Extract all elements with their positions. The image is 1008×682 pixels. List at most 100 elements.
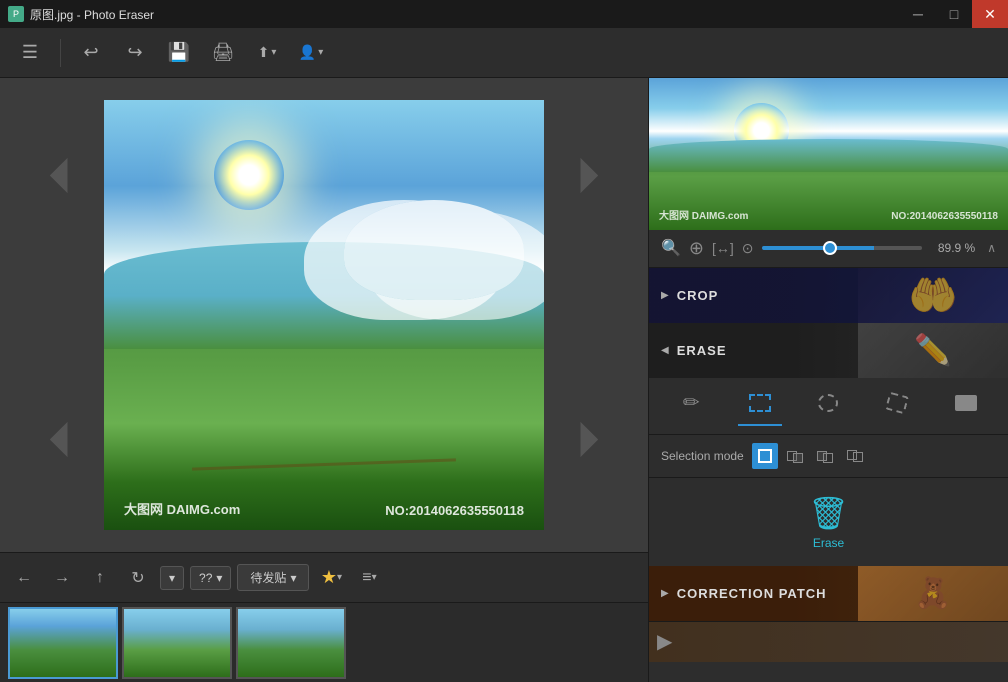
save-icon: 💾 xyxy=(168,42,190,63)
correction-collapse-arrow: ▶ xyxy=(661,588,669,599)
bottom-spacer: ▶ xyxy=(649,621,1008,682)
main-image-wrapper: 大图网 DAIMG.com NO:2014062635550118 xyxy=(104,100,544,530)
selection-mode-icons xyxy=(752,443,868,469)
list-button[interactable]: ≡ ▾ xyxy=(353,562,385,594)
forward-button[interactable]: → xyxy=(46,562,78,594)
thumbnail-2[interactable] xyxy=(122,607,232,679)
preview-image: 大图网 DAIMG.com NO:2014062635550118 xyxy=(649,78,1008,230)
zoom-percent: 89.9 % xyxy=(930,241,975,255)
zoom-slider[interactable] xyxy=(762,246,923,250)
pen-tool-icon: ✏ xyxy=(683,390,700,415)
thumbnails xyxy=(0,602,648,682)
sel-subtract-icon xyxy=(817,449,833,463)
zoom-fit-icon[interactable]: [↔] xyxy=(712,240,734,256)
maximize-button[interactable]: □ xyxy=(936,0,972,28)
pencil-icon: ✏️ xyxy=(858,323,1008,378)
titlebar: P 原图.jpg - Photo Eraser ─ □ ✕ xyxy=(0,0,1008,28)
erase-label: ERASE xyxy=(677,343,727,358)
lasso-tool-button[interactable] xyxy=(806,386,850,426)
poly-tool-icon xyxy=(885,392,909,415)
undo-icon: ↩ xyxy=(83,42,98,63)
hamburger-menu-button[interactable]: ☰ xyxy=(12,35,48,71)
undo-button[interactable]: ↩ xyxy=(73,35,109,71)
app-icon: P xyxy=(8,6,24,22)
crop-collapse-arrow: ▶ xyxy=(661,290,669,301)
sel-add-button[interactable] xyxy=(782,443,808,469)
thumbnail-3[interactable] xyxy=(236,607,346,679)
crop-section-header[interactable]: 🤲 ▶ CROP xyxy=(649,268,1008,323)
sel-intersect-button[interactable] xyxy=(842,443,868,469)
zoom-out-icon[interactable]: 🔍 xyxy=(661,238,681,258)
sel-fill-button[interactable] xyxy=(752,443,778,469)
pen-tool-button[interactable]: ✏ xyxy=(669,386,713,426)
up-icon: ↑ xyxy=(96,569,104,587)
erase-button-icon: 🗑 xyxy=(808,494,849,532)
redo-icon: ↪ xyxy=(127,42,142,63)
eraser-tool-button[interactable] xyxy=(944,386,988,426)
window-controls: ─ □ ✕ xyxy=(900,0,1008,28)
number-value: ?? xyxy=(199,571,212,585)
star-button[interactable]: ★ ▾ xyxy=(315,562,347,594)
sel-subtract-button[interactable] xyxy=(812,443,838,469)
zoom-in-icon[interactable]: ⊕ xyxy=(689,238,704,259)
print-icon: 🖨 xyxy=(212,42,235,63)
zoom-controls: 🔍 ⊕ [↔] ⊙ 89.9 % ∧ xyxy=(649,230,1008,268)
back-icon: ← xyxy=(16,569,32,587)
number-select-arrow: ▾ xyxy=(216,571,222,585)
erase-header-image: ✏️ xyxy=(858,323,1008,378)
print-button[interactable]: 🖨 xyxy=(205,35,241,71)
number-select[interactable]: ?? ▾ xyxy=(190,566,231,590)
selection-mode: Selection mode xyxy=(649,435,1008,478)
main-image[interactable]: 大图网 DAIMG.com NO:2014062635550118 xyxy=(104,100,544,530)
back-button[interactable]: ← xyxy=(8,562,40,594)
erase-collapse-arrow: ◀ xyxy=(661,345,669,356)
sel-intersect-icon xyxy=(847,449,863,463)
poly-tool-button[interactable] xyxy=(875,386,919,426)
teddy-icon: 🧸 xyxy=(858,566,1008,621)
thumbnail-1[interactable] xyxy=(8,607,118,679)
refresh-icon: ↻ xyxy=(131,568,144,588)
refresh-button[interactable]: ↻ xyxy=(122,562,154,594)
rect-tool-button[interactable] xyxy=(738,386,782,426)
toolbar-separator xyxy=(60,39,61,67)
preview-watermark-left: 大图网 DAIMG.com xyxy=(659,207,748,222)
user-icon: 👤 xyxy=(299,44,316,61)
list-dropdown-icon: ▾ xyxy=(372,572,377,583)
bottom-preview: ▶ xyxy=(649,622,1008,662)
window-title: 原图.jpg - Photo Eraser xyxy=(30,6,154,23)
up-button[interactable]: ↑ xyxy=(84,562,116,594)
close-button[interactable]: ✕ xyxy=(972,0,1008,28)
zoom-collapse-icon[interactable]: ∧ xyxy=(987,241,996,255)
folder-select[interactable]: ▾ xyxy=(160,566,184,590)
preview-watermark-right: NO:2014062635550118 xyxy=(891,211,998,222)
right-panel: 大图网 DAIMG.com NO:2014062635550118 🔍 ⊕ [↔… xyxy=(648,78,1008,682)
share-button[interactable]: ⬆ ▾ xyxy=(249,35,285,71)
hamburger-icon: ☰ xyxy=(22,42,38,63)
next-section-icon[interactable]: ▶ xyxy=(657,629,672,654)
erase-tools: ✏ xyxy=(649,378,1008,435)
thumb-image-3 xyxy=(238,609,344,677)
zoom-actual-icon[interactable]: ⊙ xyxy=(742,240,754,257)
watermark-left: 大图网 DAIMG.com xyxy=(124,499,240,518)
eraser-tool-icon xyxy=(955,395,977,411)
crop-label: CROP xyxy=(677,288,719,303)
save-button[interactable]: 💾 xyxy=(161,35,197,71)
star-icon: ★ xyxy=(321,567,337,588)
erase-section-header[interactable]: ✏️ ◀ ERASE xyxy=(649,323,1008,378)
sel-fill-icon xyxy=(758,449,772,463)
erase-button[interactable]: 🗑 Erase xyxy=(808,494,849,550)
tag-button[interactable]: 待发贴 ▾ xyxy=(237,564,309,591)
watermark-right: NO:2014062635550118 xyxy=(385,503,524,518)
crop-header-image: 🤲 xyxy=(858,268,1008,323)
erase-button-label: Erase xyxy=(813,536,844,550)
folder-select-arrow: ▾ xyxy=(169,571,175,585)
hands-icon: 🤲 xyxy=(858,268,1008,323)
star-dropdown-icon: ▾ xyxy=(337,572,342,583)
redo-button[interactable]: ↪ xyxy=(117,35,153,71)
share-dropdown-icon: ▾ xyxy=(271,47,276,58)
minimize-button[interactable]: ─ xyxy=(900,0,936,28)
share-icon: ⬆ xyxy=(258,44,270,61)
left-panel: 大图网 DAIMG.com NO:2014062635550118 ← → ↑ … xyxy=(0,78,648,682)
user-button[interactable]: 👤 ▾ xyxy=(293,35,329,71)
correction-section-header[interactable]: 🧸 ▶ CORRECTION PATCH xyxy=(649,566,1008,621)
